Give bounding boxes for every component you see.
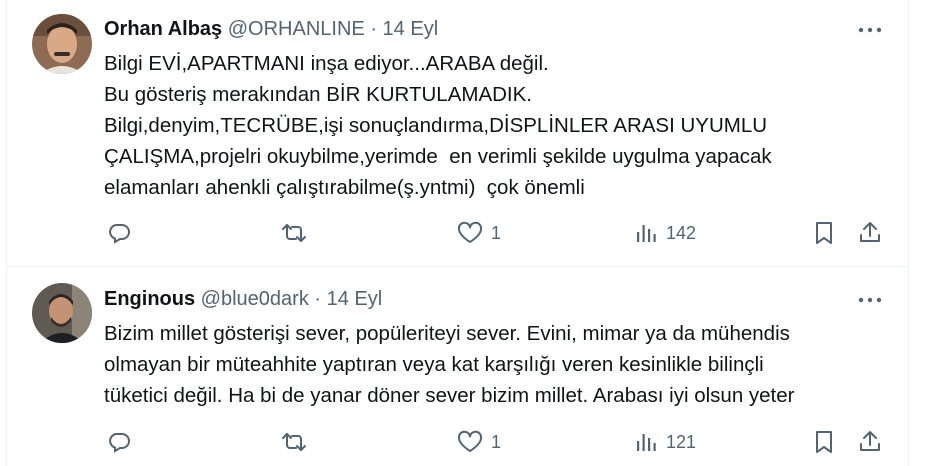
separator: · [370,18,377,40]
timestamp[interactable]: 14 Eyl [383,18,439,40]
tweet[interactable]: Orhan Albaş @ORHANLINE · 14 Eyl Bilgi EV… [0,0,908,266]
views-icon [637,225,656,242]
tweet-text-line: elamanları ahenkli çalıştırabilme(ş.yntm… [104,176,585,199]
separator: · [314,288,322,310]
reply-icon [109,224,130,244]
retweet-icon [282,224,306,242]
tweet[interactable]: Enginous @blue0dark · 14 Eyl Bizim mille… [0,267,908,466]
reply-button[interactable] [107,430,131,454]
tweet-text-line: Bilgi,denyim,TECRÜBE,işi sonuçlandırma,D… [104,114,768,137]
view-count: 142 [666,222,697,243]
reply-button[interactable] [107,221,131,245]
tweet-text-line: Bilgi EVİ,APARTMANI inşa ediyor...ARABA … [104,52,549,75]
more-options-button[interactable] [856,20,884,40]
more-icon [858,297,882,303]
display-name[interactable]: Enginous [104,288,195,310]
views-button[interactable]: 121 [634,430,696,454]
more-options-button[interactable] [856,290,884,310]
tweet-text-line: Bizim millet gösterişi sever, popülerite… [104,322,790,345]
user-handle[interactable]: @ORHANLINE [228,18,365,40]
avatar[interactable] [32,283,92,343]
retweet-button[interactable] [280,221,308,245]
view-count: 121 [666,431,697,452]
like-count: 1 [491,222,502,243]
retweet-button[interactable] [280,430,308,454]
bookmark-icon [816,431,832,453]
tweet-text-line: ÇALIŞMA,projelri okuybilme,yerimde en ve… [104,145,772,168]
views-icon [637,434,656,451]
tweet-header: Enginous @blue0dark · 14 Eyl [104,287,382,311]
tweet-header: Orhan Albaş @ORHANLINE · 14 Eyl [104,17,438,41]
retweet-icon [282,433,306,451]
tweet-text: Bizim millet gösterişi sever, popülerite… [104,318,884,411]
like-icon [457,221,483,243]
like-count: 1 [491,431,502,452]
more-icon [858,27,882,33]
views-button[interactable]: 142 [634,221,696,245]
bookmark-icon [816,222,832,244]
tweet-text-line: tüketici değil. Ha bi de yanar döner sev… [104,384,795,407]
timeline-border-right [908,0,909,466]
user-handle[interactable]: @blue0dark [201,288,309,310]
like-button[interactable]: 1 [457,430,501,454]
like-icon [457,430,483,452]
tweet-text: Bilgi EVİ,APARTMANI inşa ediyor...ARABA … [104,48,884,203]
tweet-text-line: Bu gösteriş merakından BİR KURTULAMADIK. [104,83,532,106]
share-icon [860,431,880,451]
avatar[interactable] [32,14,92,74]
display-name[interactable]: Orhan Albaş [104,18,222,40]
bookmark-button[interactable] [813,430,835,454]
bookmark-button[interactable] [813,221,835,245]
reply-icon [109,433,130,453]
share-button[interactable] [858,221,882,245]
timestamp[interactable]: 14 Eyl [327,288,383,310]
tweet-text-line: olmayan bir müteahhite yaptıran veya kat… [104,353,764,376]
like-button[interactable]: 1 [457,221,501,245]
share-icon [860,222,880,242]
share-button[interactable] [858,430,882,454]
